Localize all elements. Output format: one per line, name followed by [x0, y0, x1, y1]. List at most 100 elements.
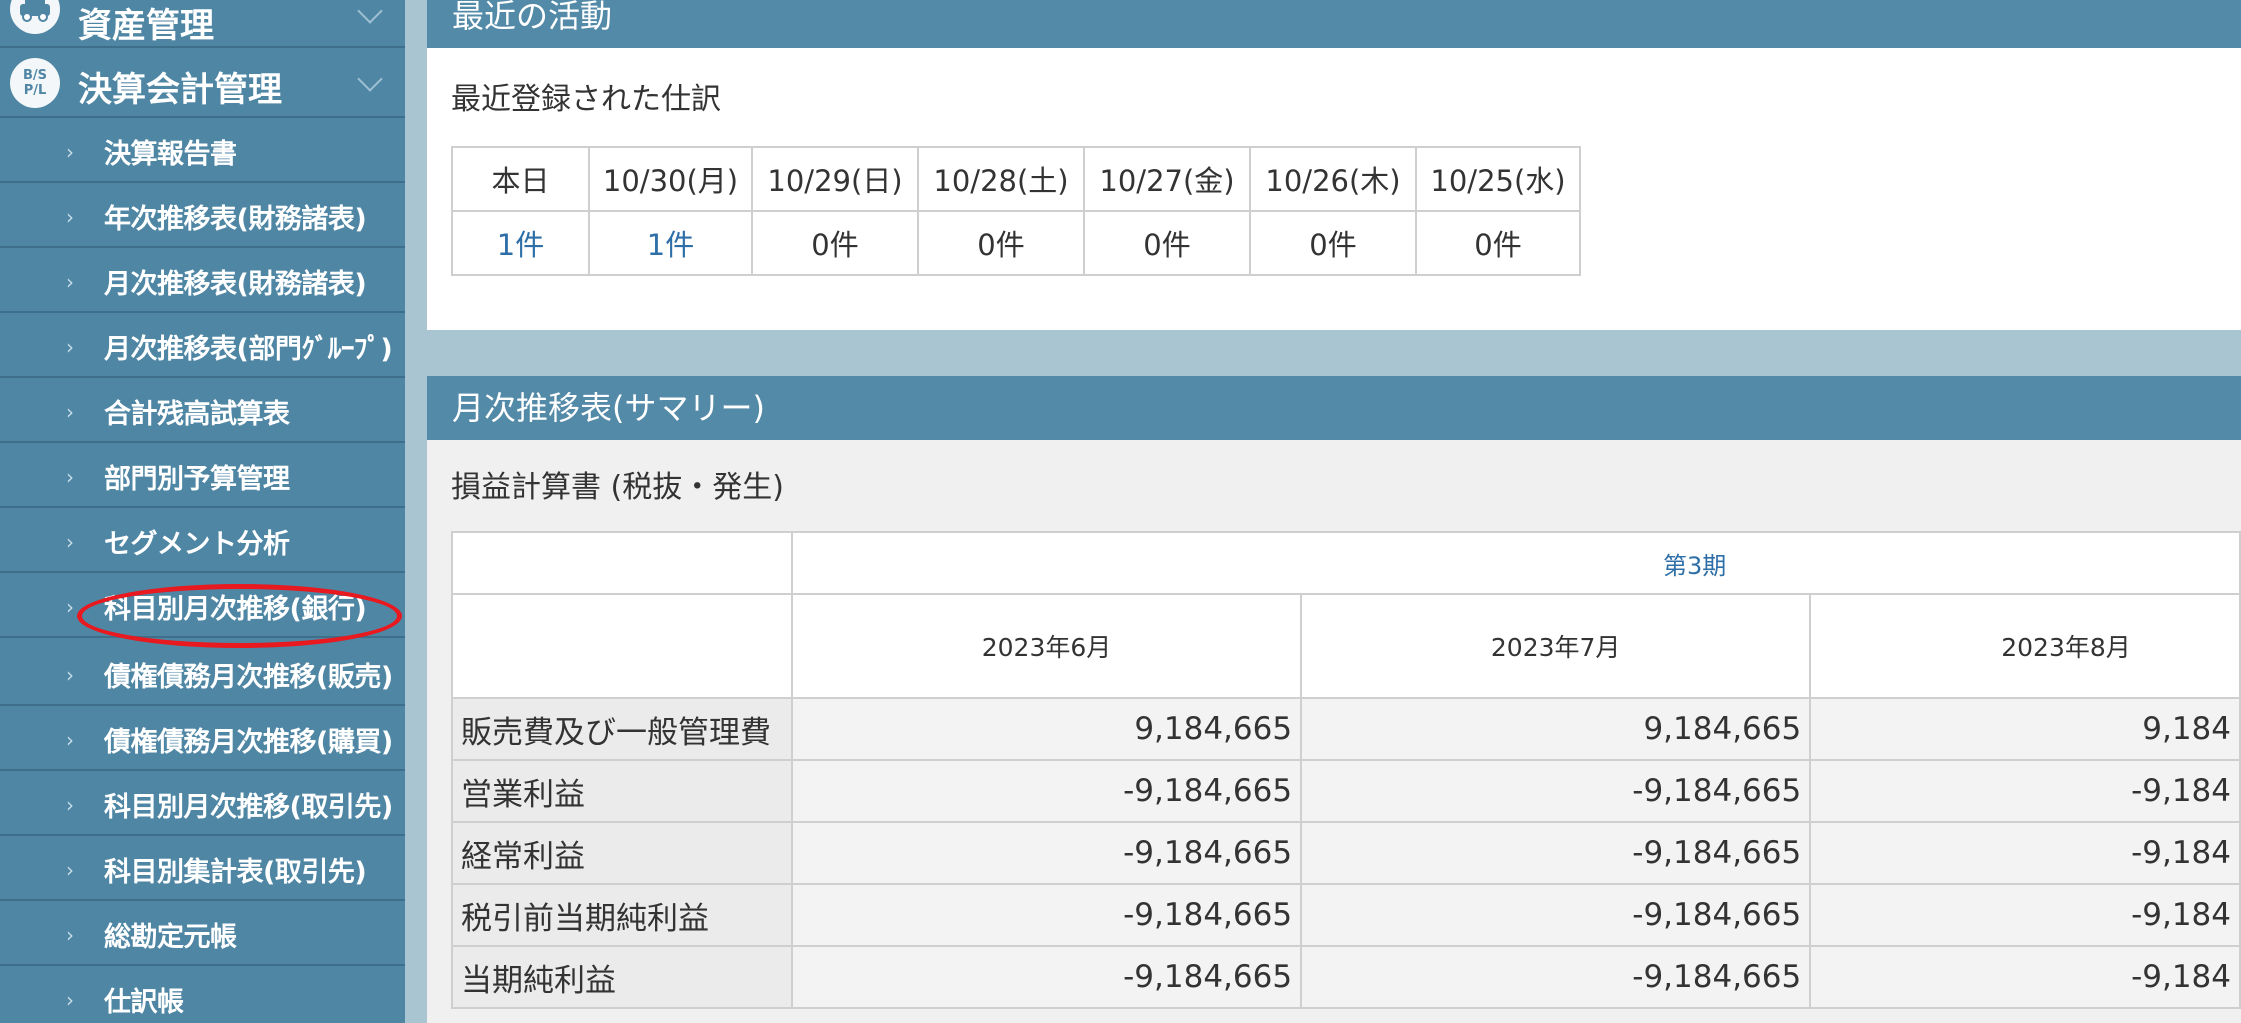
sidebar-item-receivable-sales[interactable]: › 債権債務月次推移(販売): [0, 641, 405, 706]
sidebar-category-assets[interactable]: 資産管理: [0, 0, 405, 48]
sidebar-item-account-summary-partner[interactable]: › 科目別集計表(取引先): [0, 836, 405, 901]
sidebar-item-label: 債権債務月次推移(販売): [104, 662, 393, 693]
sidebar-item-dept-budget[interactable]: › 部門別予算管理: [0, 443, 405, 508]
sidebar-item-account-bank[interactable]: › 科目別月次推移(銀行): [0, 573, 405, 638]
count-cell: 0件: [751, 210, 919, 276]
chevron-right-icon: ›: [66, 140, 74, 164]
period-label: 第3期: [790, 531, 2241, 595]
chevron-down-icon: [357, 0, 383, 24]
value-cell: -9,184,665: [790, 883, 1303, 947]
chevron-right-icon: ›: [66, 465, 74, 489]
count-cell: 0件: [1083, 210, 1251, 276]
table-row: 経常利益 -9,184,665 -9,184,665 -9,184: [451, 821, 2241, 885]
sidebar-item-journal[interactable]: › 仕訳帳: [0, 966, 405, 1023]
value-cell: -9,184,665: [1300, 759, 1812, 823]
sidebar-item-account-partner[interactable]: › 科目別月次推移(取引先): [0, 771, 405, 836]
bs-pl-icon: B/S P/L: [10, 58, 60, 108]
date-header: 10/28(土): [917, 146, 1085, 212]
sidebar: 資産管理 B/S P/L 決算会計管理 › 決算報告書 › 年次推移表(財務諸表) …: [0, 0, 405, 1023]
row-label: 経常利益: [451, 821, 793, 885]
month-header: 2023年8月: [1809, 593, 2241, 699]
sidebar-category-closing[interactable]: B/S P/L 決算会計管理: [0, 48, 405, 118]
value-cell: -9,184: [1809, 945, 2241, 1009]
chevron-right-icon: ›: [66, 595, 74, 619]
table-row: 営業利益 -9,184,665 -9,184,665 -9,184: [451, 759, 2241, 823]
count-link[interactable]: 1件: [451, 210, 590, 276]
panel-title: 最近の活動: [452, 0, 613, 35]
sidebar-item-segment[interactable]: › セグメント分析: [0, 508, 405, 573]
period-row: 第3期: [451, 531, 2241, 595]
activity-panel: 最近登録された仕訳 本日 10/30(月) 10/29(日) 10/28(土) …: [427, 48, 2241, 330]
value-cell: -9,184,665: [790, 759, 1303, 823]
sidebar-item-label: 科目別月次推移(銀行): [104, 594, 367, 625]
chevron-right-icon: ›: [66, 530, 74, 554]
sidebar-item-monthly-trend-dept[interactable]: › 月次推移表(部門ｸﾞﾙｰﾌﾟ): [0, 313, 405, 378]
summary-panel-header: 月次推移表(サマリー): [427, 376, 2241, 440]
date-header: 10/26(木): [1249, 146, 1417, 212]
chevron-right-icon: ›: [66, 793, 74, 817]
panel-title: 月次推移表(サマリー): [452, 389, 765, 427]
activity-subtitle: 最近登録された仕訳: [451, 82, 721, 117]
month-header: 2023年6月: [790, 593, 1303, 699]
sidebar-item-annual-trend[interactable]: › 年次推移表(財務諸表): [0, 183, 405, 248]
sidebar-category-label: 決算会計管理: [78, 70, 282, 110]
row-label: 営業利益: [451, 759, 793, 823]
value-cell: -9,184: [1809, 759, 2241, 823]
recent-journal-table: 本日 10/30(月) 10/29(日) 10/28(土) 10/27(金) 1…: [451, 146, 1581, 276]
sidebar-item-label: セグメント分析: [104, 529, 290, 560]
table-row: 1件 1件 0件 0件 0件 0件 0件: [451, 210, 1581, 276]
value-cell: -9,184,665: [1300, 821, 1812, 885]
activity-panel-header: 最近の活動: [427, 0, 2241, 48]
count-cell: 0件: [917, 210, 1085, 276]
count-cell: 0件: [1415, 210, 1581, 276]
value-cell: 9,184,665: [1300, 697, 1812, 761]
sidebar-category-label: 資産管理: [78, 6, 214, 46]
income-statement-table: 第3期 2023年6月 2023年7月 2023年8月 販売費及び一般管理費 9…: [451, 531, 2241, 1009]
sidebar-item-label: 合計残高試算表: [104, 399, 290, 430]
sidebar-item-label: 科目別集計表(取引先): [104, 857, 367, 888]
chevron-right-icon: ›: [66, 923, 74, 947]
value-cell: -9,184: [1809, 821, 2241, 885]
sidebar-item-label: 債権債務月次推移(購買): [104, 727, 393, 758]
sidebar-item-label: 仕訳帳: [104, 987, 184, 1018]
date-header: 10/29(日): [751, 146, 919, 212]
value-cell: -9,184,665: [790, 821, 1303, 885]
date-header: 本日: [451, 146, 590, 212]
chevron-right-icon: ›: [66, 988, 74, 1012]
chevron-right-icon: ›: [66, 663, 74, 687]
month-header: 2023年7月: [1300, 593, 1812, 699]
count-link[interactable]: 1件: [588, 210, 753, 276]
sidebar-item-trial-balance[interactable]: › 合計残高試算表: [0, 378, 405, 443]
table-row: 当期純利益 -9,184,665 -9,184,665 -9,184: [451, 945, 2241, 1009]
chevron-right-icon: ›: [66, 728, 74, 752]
sidebar-item-label: 部門別予算管理: [104, 464, 290, 495]
table-header-row: 本日 10/30(月) 10/29(日) 10/28(土) 10/27(金) 1…: [451, 146, 1581, 212]
chevron-right-icon: ›: [66, 335, 74, 359]
value-cell: -9,184: [1809, 883, 2241, 947]
value-cell: -9,184,665: [1300, 883, 1812, 947]
chevron-right-icon: ›: [66, 400, 74, 424]
table-row: 販売費及び一般管理費 9,184,665 9,184,665 9,184: [451, 697, 2241, 761]
sidebar-item-general-ledger[interactable]: › 総勘定元帳: [0, 901, 405, 966]
sidebar-item-payable-purchase[interactable]: › 債権債務月次推移(購買): [0, 706, 405, 771]
value-cell: -9,184,665: [790, 945, 1303, 1009]
count-cell: 0件: [1249, 210, 1417, 276]
empty-cell: [451, 593, 793, 699]
month-header-row: 2023年6月 2023年7月 2023年8月: [451, 593, 2241, 699]
chevron-right-icon: ›: [66, 205, 74, 229]
value-cell: -9,184,665: [1300, 945, 1812, 1009]
row-label: 税引前当期純利益: [451, 883, 793, 947]
value-cell: 9,184: [1809, 697, 2241, 761]
sidebar-item-label: 月次推移表(財務諸表): [104, 269, 367, 300]
date-header: 10/30(月): [588, 146, 753, 212]
chevron-right-icon: ›: [66, 858, 74, 882]
summary-panel: 損益計算書 (税抜・発生) 第3期 2023年6月 2023年7月 2023年8…: [427, 440, 2241, 1023]
summary-subtitle: 損益計算書 (税抜・発生): [451, 470, 784, 505]
sidebar-item-label: 決算報告書: [104, 139, 237, 170]
sidebar-item-monthly-trend[interactable]: › 月次推移表(財務諸表): [0, 248, 405, 313]
chevron-down-icon: [357, 66, 383, 92]
sidebar-item-closing-report[interactable]: › 決算報告書: [0, 118, 405, 183]
table-row: 税引前当期純利益 -9,184,665 -9,184,665 -9,184: [451, 883, 2241, 947]
row-label: 当期純利益: [451, 945, 793, 1009]
sidebar-item-label: 月次推移表(部門ｸﾞﾙｰﾌﾟ): [104, 334, 393, 365]
